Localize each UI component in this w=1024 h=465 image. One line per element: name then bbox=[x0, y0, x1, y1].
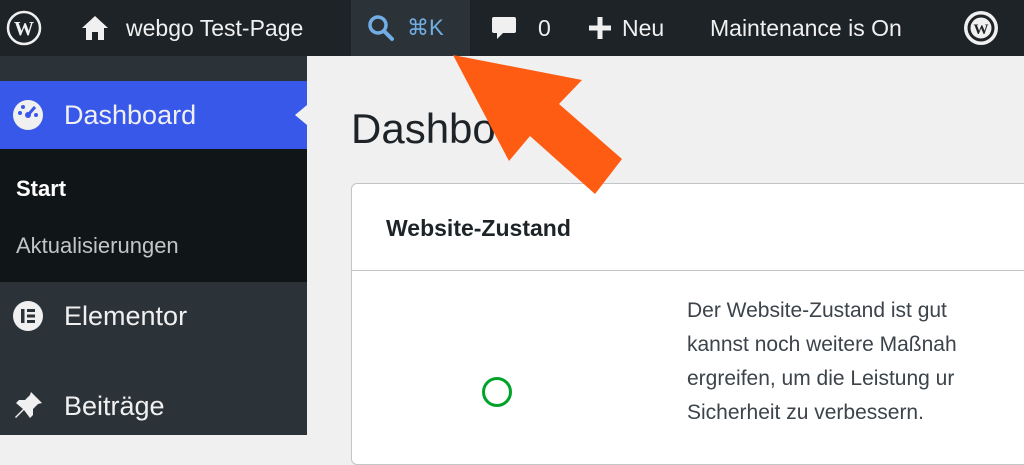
dashboard-gauge-icon bbox=[10, 97, 46, 133]
comments-count: 0 bbox=[538, 14, 551, 41]
comment-icon bbox=[492, 17, 516, 39]
site-health-description: Der Website-Zustand ist gut kannst noch … bbox=[687, 294, 1024, 430]
svg-text:W: W bbox=[14, 18, 34, 40]
new-label: Neu bbox=[622, 14, 665, 41]
sidebar-item-elementor[interactable]: Elementor bbox=[0, 282, 307, 350]
submenu-item-updates[interactable]: Aktualisierungen bbox=[16, 233, 179, 259]
admin-sidebar: Dashboard Start Aktualisierungen Element… bbox=[0, 56, 307, 435]
pointer-arrow-icon bbox=[453, 55, 622, 194]
site-name: webgo Test-Page bbox=[126, 14, 304, 41]
maintenance-label: Maintenance is On bbox=[710, 14, 902, 41]
plugin-menu-button[interactable]: W bbox=[962, 0, 1000, 56]
dashboard-submenu: Start Aktualisierungen bbox=[0, 149, 307, 282]
pin-icon bbox=[10, 388, 46, 424]
sidebar-item-posts[interactable]: Beiträge bbox=[0, 372, 307, 440]
card-title: Website-Zustand bbox=[386, 215, 571, 241]
site-health-card: Website-Zustand Der Website-Zustand ist … bbox=[351, 183, 1024, 465]
description-line: Sicherheit zu verbessern. bbox=[687, 401, 924, 424]
elementor-icon bbox=[10, 298, 46, 334]
admin-bar: W webgo Test-Page ⌘K 0 Neu Maintenance i… bbox=[0, 0, 1024, 56]
description-line: Der Website-Zustand ist gut bbox=[687, 299, 947, 322]
site-name-link[interactable]: webgo Test-Page bbox=[80, 0, 303, 56]
description-line: ergreifen, um die Leistung ur bbox=[687, 367, 955, 390]
maintenance-toggle[interactable]: Maintenance is On bbox=[710, 0, 902, 56]
new-content-button[interactable]: Neu bbox=[588, 0, 664, 56]
plus-icon bbox=[589, 17, 611, 39]
search-icon bbox=[368, 15, 394, 41]
wordpress-logo-icon: W bbox=[964, 11, 998, 45]
sidebar-item-dashboard[interactable]: Dashboard bbox=[0, 81, 307, 149]
wordpress-logo-icon: W bbox=[6, 10, 42, 46]
description-line: kannst noch weitere Maßnah bbox=[687, 333, 957, 356]
home-icon bbox=[82, 16, 108, 40]
sidebar-item-label: Elementor bbox=[64, 300, 188, 331]
svg-text:W: W bbox=[974, 22, 989, 38]
search-shortcut: ⌘K bbox=[407, 15, 444, 40]
wordpress-logo-button[interactable]: W bbox=[6, 0, 46, 56]
sidebar-item-label: Dashboard bbox=[64, 99, 197, 130]
status-circle-icon bbox=[482, 377, 512, 407]
sidebar-item-label: Beiträge bbox=[64, 390, 165, 421]
command-search-button[interactable]: ⌘K bbox=[351, 0, 470, 56]
submenu-item-start[interactable]: Start bbox=[16, 176, 66, 202]
comments-link[interactable]: 0 bbox=[490, 0, 551, 56]
